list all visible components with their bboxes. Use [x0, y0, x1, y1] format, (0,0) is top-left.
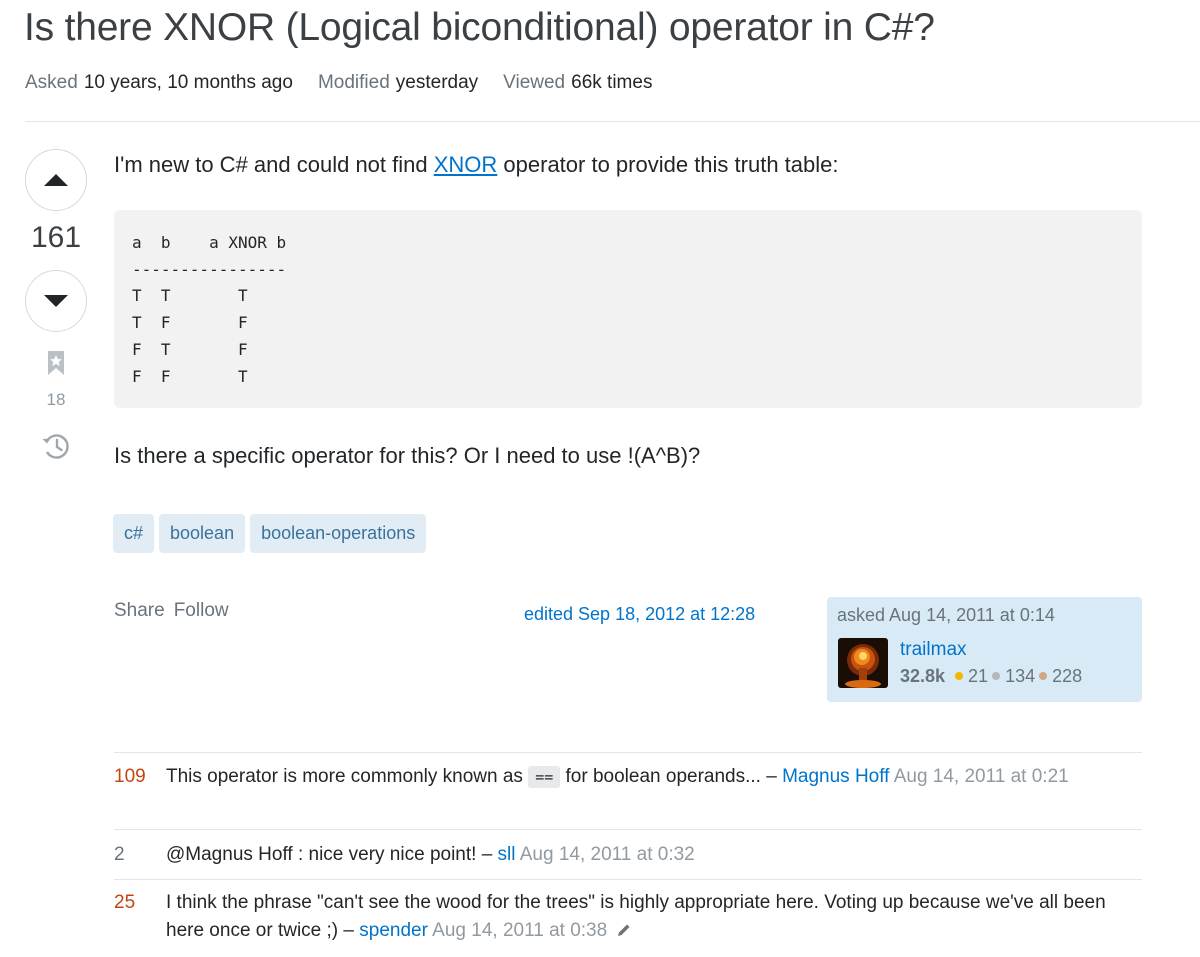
comment-date[interactable]: Aug 14, 2011 at 0:21: [894, 766, 1069, 787]
tag-csharp[interactable]: c#: [113, 514, 155, 553]
owner-name[interactable]: trailmax: [900, 639, 967, 661]
comment-text: This operator is more commonly known as: [166, 766, 529, 787]
bronze-badge-icon: [1039, 672, 1048, 681]
modified-value[interactable]: yesterday: [396, 72, 478, 93]
inline-code: ==: [528, 766, 561, 788]
downvote-icon: [44, 295, 68, 307]
comment-user[interactable]: sll: [498, 844, 516, 865]
comment-date[interactable]: Aug 14, 2011 at 0:32: [520, 844, 695, 865]
post-paragraph-1: I'm new to C# and could not find XNOR op…: [114, 152, 839, 178]
avatar[interactable]: [838, 638, 888, 688]
asked-timestamp[interactable]: asked Aug 14, 2011 at 0:14: [837, 605, 1132, 626]
xnor-link[interactable]: XNOR: [434, 152, 498, 177]
gold-badge-icon: [955, 672, 964, 681]
vote-count: 161: [30, 221, 82, 254]
tag-boolean[interactable]: boolean: [159, 514, 246, 553]
comment-body: @Magnus Hoff : nice very nice point! – s…: [166, 841, 1136, 869]
silver-badge-count: 134: [1005, 666, 1036, 686]
silver-badge-icon: [992, 672, 1001, 681]
comment-date[interactable]: Aug 14, 2011 at 0:38: [432, 920, 607, 941]
viewed-label: Viewed: [503, 72, 566, 93]
comments-divider: [114, 752, 1142, 753]
comment-body: I think the phrase "can't see the wood f…: [166, 889, 1136, 945]
comment-text: @Magnus Hoff : nice very nice point! –: [166, 844, 498, 865]
post-text-segment: I'm new to C# and could not find: [114, 152, 434, 177]
truth-table-code-block: a b a XNOR b ---------------- T T T T F …: [114, 210, 1142, 408]
comment-body: This operator is more commonly known as …: [166, 763, 1136, 791]
viewed-value: 66k times: [571, 72, 653, 93]
owner-card: asked Aug 14, 2011 at 0:14 trailmax 32.8…: [827, 597, 1142, 702]
bookmark-count: 18: [46, 390, 66, 409]
post-paragraph-2: Is there a specific operator for this? O…: [114, 443, 701, 468]
question-meta: Asked 10 years, 10 months ago Modified yest…: [25, 72, 677, 94]
comment-score: 109: [114, 766, 146, 787]
edit-pencil-icon[interactable]: [616, 922, 632, 938]
asked-label: Asked: [25, 72, 78, 93]
comment-user[interactable]: spender: [359, 920, 428, 941]
question-page: Is there XNOR (Logical biconditional) op…: [0, 0, 1200, 957]
edited-link[interactable]: edited Sep 18, 2012 at 12:28: [524, 604, 755, 625]
post-text-segment: operator to provide this truth table:: [497, 152, 839, 177]
bookmark-icon: [48, 351, 64, 375]
question-title[interactable]: Is there XNOR (Logical biconditional) op…: [24, 6, 935, 50]
reputation-score: 32.8k: [900, 666, 946, 686]
upvote-button[interactable]: [25, 149, 87, 211]
share-link[interactable]: Share: [114, 600, 165, 621]
comment-divider: [114, 829, 1142, 830]
comment-text: I think the phrase "can't see the wood f…: [166, 892, 1106, 941]
upvote-icon: [44, 174, 68, 186]
follow-link[interactable]: Follow: [174, 600, 229, 621]
tag-list: c# boolean boolean-operations: [113, 514, 427, 553]
comment-text: for boolean operands... –: [560, 766, 783, 787]
bronze-badge-count: 228: [1052, 666, 1083, 686]
history-icon: [42, 434, 69, 459]
comment-score: 25: [114, 892, 136, 913]
tag-boolean-operations[interactable]: boolean-operations: [250, 514, 427, 553]
owner-reputation: 32.8k 21 134 228: [900, 666, 1082, 687]
modified-label: Modified: [317, 72, 390, 93]
title-divider: [25, 121, 1200, 122]
asked-value[interactable]: 10 years, 10 months ago: [84, 72, 293, 93]
history-button[interactable]: [40, 430, 72, 462]
bookmark-button[interactable]: [45, 350, 67, 378]
comment-score: 2: [114, 844, 125, 865]
downvote-button[interactable]: [25, 270, 87, 332]
post-actions: Share Follow: [114, 600, 238, 622]
comment-user[interactable]: Magnus Hoff: [782, 766, 889, 787]
gold-badge-count: 21: [968, 666, 989, 686]
comment-divider: [114, 879, 1142, 880]
